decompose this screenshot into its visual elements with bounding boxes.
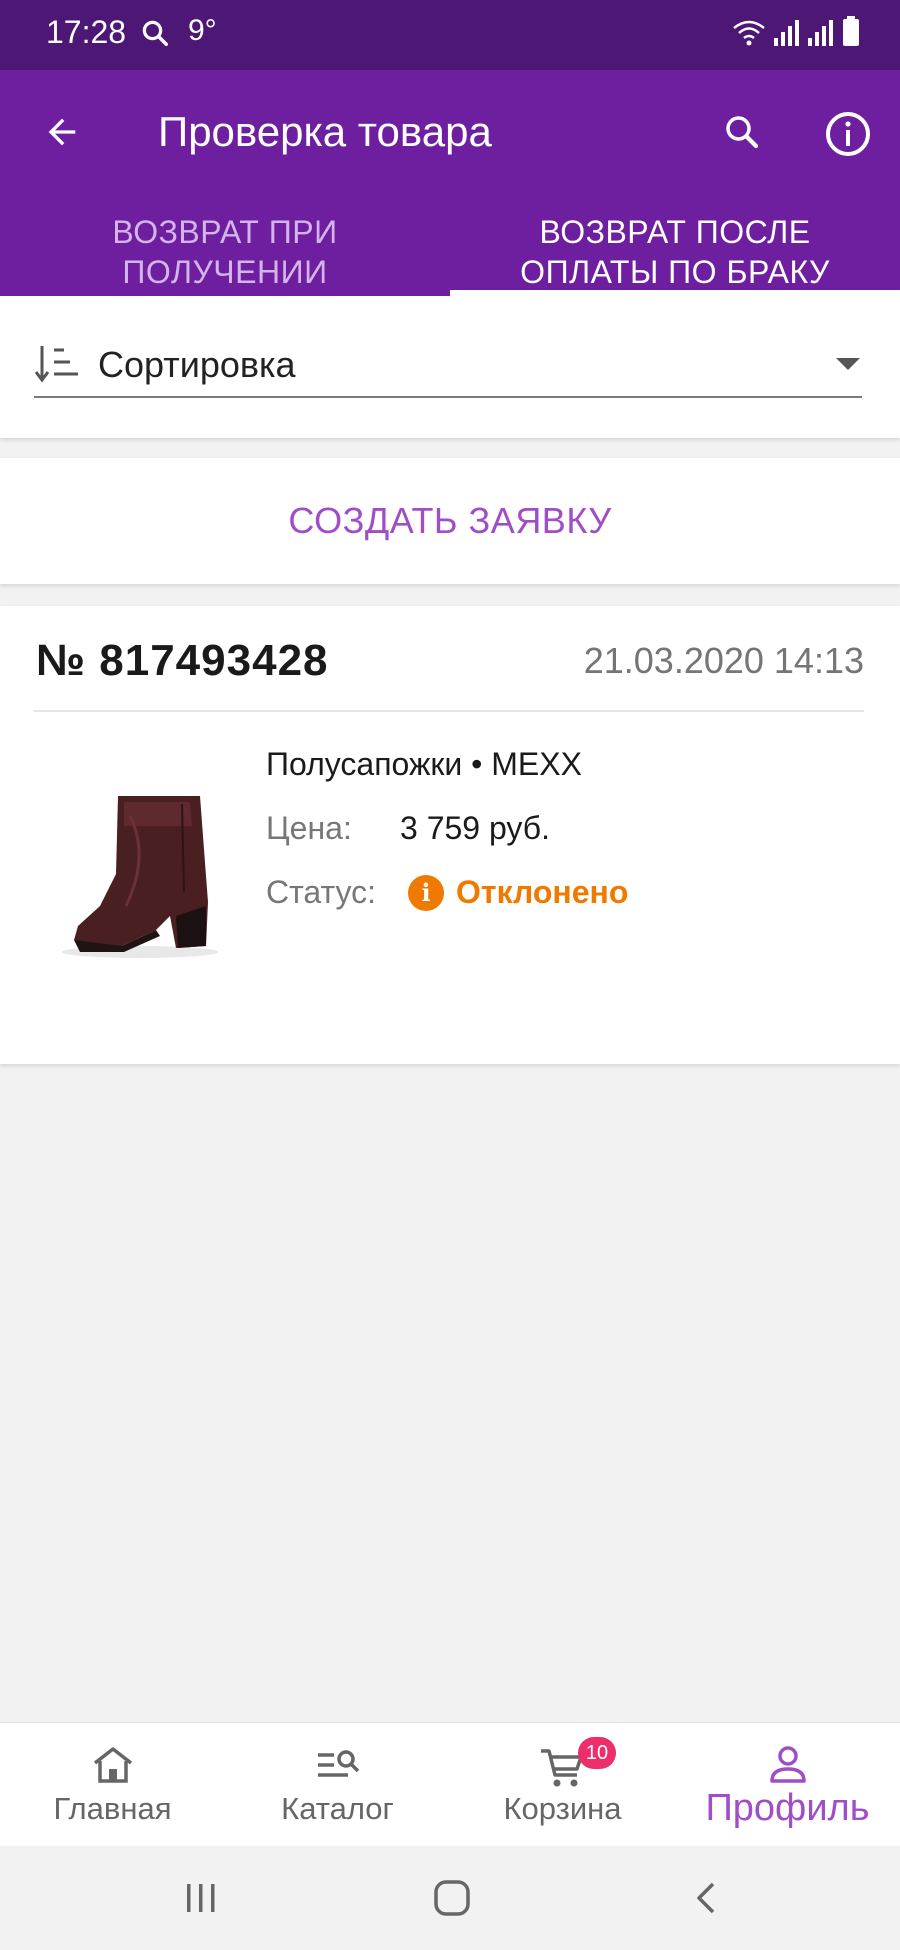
- nav-item-profile[interactable]: Профиль: [675, 1723, 900, 1847]
- tab-label-line1: ВОЗВРАТ ПРИ: [112, 214, 338, 250]
- order-date: 21.03.2020 14:13: [583, 640, 864, 681]
- app-bar: Проверка товара ВОЗВРАТ ПРИ ПОЛУЧЕНИИ ВО…: [0, 70, 900, 296]
- home-icon: [91, 1745, 135, 1790]
- home-circle-icon: [434, 1880, 470, 1916]
- recent-apps-button[interactable]: [178, 1876, 224, 1920]
- recent-apps-icon: [187, 1884, 215, 1912]
- battery-icon: [842, 16, 860, 51]
- tab-label-line2: ПОЛУЧЕНИИ: [122, 254, 328, 290]
- price-value: 3 759 руб.: [400, 810, 550, 846]
- search-icon: [726, 116, 759, 149]
- status-time: 17:28: [46, 14, 127, 50]
- tab-return-after-payment[interactable]: ВОЗВРАТ ПОСЛЕ ОПЛАТЫ ПО БРАКУ: [450, 206, 900, 296]
- arrow-left-icon: [48, 118, 76, 146]
- system-navigation-bar: [0, 1846, 900, 1950]
- card-divider: [34, 710, 864, 712]
- search-button[interactable]: [716, 106, 768, 158]
- status-badge: i Отклонено: [408, 874, 628, 911]
- back-system-button[interactable]: [686, 1876, 726, 1920]
- status-label: Статус:: [266, 874, 377, 910]
- product-image[interactable]: [30, 756, 240, 996]
- info-icon: [826, 112, 870, 156]
- home-system-button[interactable]: [430, 1876, 474, 1920]
- price-label: Цена:: [266, 810, 352, 846]
- tab-label-line2: ОПЛАТЫ ПО БРАКУ: [520, 254, 830, 290]
- product-name: Полусапожки • MEXX: [266, 746, 582, 782]
- info-alert-icon: i: [408, 874, 444, 911]
- profile-icon: [766, 1745, 810, 1790]
- nav-item-cart[interactable]: 10 Корзина: [450, 1723, 675, 1847]
- sort-icon: [34, 342, 80, 391]
- order-card[interactable]: № 817493428 21.03.2020 14:13 Полусапожки…: [0, 606, 900, 1064]
- sort-label: Сортировка: [98, 344, 296, 385]
- back-button[interactable]: [36, 106, 88, 158]
- nav-item-catalog[interactable]: Каталог: [225, 1723, 450, 1847]
- boot-image: [62, 796, 218, 958]
- tab-return-on-receipt[interactable]: ВОЗВРАТ ПРИ ПОЛУЧЕНИИ: [0, 206, 450, 296]
- status-indicators: [732, 16, 860, 51]
- info-button[interactable]: [820, 106, 876, 162]
- order-number: № 817493428: [36, 636, 329, 685]
- create-request-panel: СОЗДАТЬ ЗАЯВКУ: [0, 458, 900, 584]
- status-bar: 17:28 9°: [0, 0, 900, 70]
- bottom-navigation: Главная Каталог 10 Корзина Профиль: [0, 1722, 900, 1846]
- cart-count-badge: 10: [578, 1737, 616, 1769]
- catalog-search-icon: [314, 1745, 362, 1790]
- tab-label-line1: ВОЗВРАТ ПОСЛЕ: [539, 214, 811, 250]
- sort-dropdown[interactable]: Сортировка: [34, 336, 862, 398]
- signal-icon-1: [774, 18, 800, 51]
- page-title: Проверка товара: [158, 108, 492, 155]
- nav-label: Профиль: [705, 1787, 870, 1829]
- nav-item-home[interactable]: Главная: [0, 1723, 225, 1847]
- status-search-icon: [140, 18, 170, 53]
- status-value: Отклонено: [456, 874, 629, 910]
- chevron-down-icon: [836, 358, 860, 370]
- sort-panel: Сортировка: [0, 296, 900, 438]
- nav-label: Корзина: [503, 1791, 622, 1826]
- nav-label: Главная: [53, 1791, 172, 1826]
- signal-icon-2: [808, 18, 834, 51]
- wifi-icon: [732, 18, 766, 51]
- nav-label: Каталог: [281, 1791, 394, 1826]
- chevron-left-icon: [697, 1882, 715, 1914]
- create-request-button[interactable]: СОЗДАТЬ ЗАЯВКУ: [0, 458, 900, 584]
- status-temperature: 9°: [188, 14, 217, 47]
